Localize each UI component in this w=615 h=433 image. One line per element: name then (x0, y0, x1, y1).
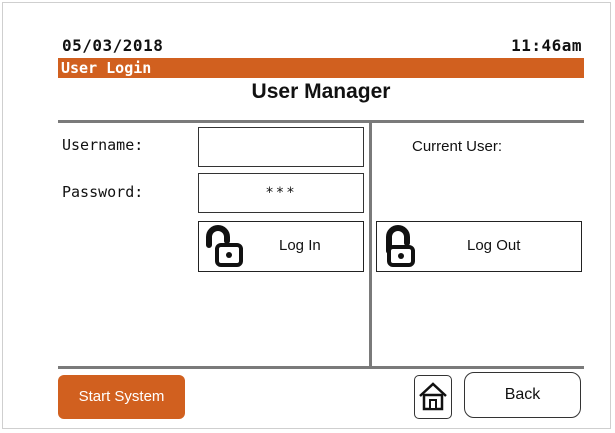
date-display: 05/03/2018 (62, 36, 164, 55)
status-bar: User Login (58, 58, 584, 78)
login-label: Log In (279, 237, 321, 254)
time-display: 11:46am (511, 36, 582, 55)
home-icon (419, 382, 447, 411)
username-label: Username: (62, 136, 144, 154)
lock-icon (386, 225, 415, 267)
logout-button[interactable]: Log Out (376, 221, 582, 272)
logout-label: Log Out (467, 237, 521, 254)
back-button[interactable]: Back (464, 372, 581, 418)
password-label: Password: (62, 183, 144, 201)
top-divider (58, 120, 584, 123)
page-title: User Manager (251, 80, 391, 103)
start-system-button[interactable]: Start System (58, 375, 185, 419)
hmi-screen: 05/03/2018 11:46am User Login User Manag… (58, 28, 584, 426)
password-field[interactable]: *** (198, 173, 364, 213)
current-user-label: Current User: (412, 138, 503, 155)
login-button[interactable]: Log In (198, 221, 364, 272)
home-button[interactable] (414, 375, 452, 419)
username-field[interactable] (198, 127, 364, 167)
bottom-divider (58, 366, 584, 369)
lock-icon (206, 225, 243, 267)
center-divider (369, 122, 372, 369)
